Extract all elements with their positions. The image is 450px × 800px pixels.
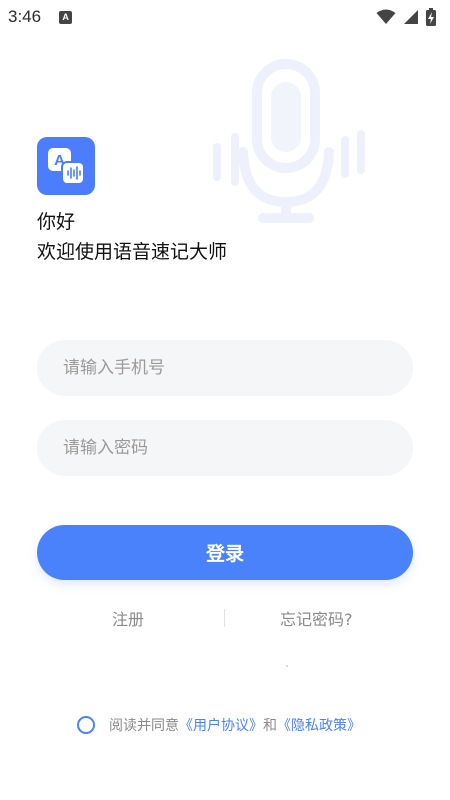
agreement-prefix: 阅读并同意 bbox=[109, 718, 179, 734]
register-link[interactable]: 注册 bbox=[112, 606, 144, 630]
battery-charging-icon bbox=[426, 8, 436, 26]
agreement-checkbox[interactable] bbox=[77, 716, 95, 734]
translate-voice-icon: A bbox=[48, 148, 85, 185]
decorative-dot bbox=[286, 665, 288, 667]
wifi-icon bbox=[376, 9, 396, 24]
microphone-illustration-icon bbox=[213, 59, 365, 223]
phone-input[interactable] bbox=[37, 340, 413, 396]
password-input[interactable] bbox=[37, 420, 413, 476]
login-button[interactable]: 登录 bbox=[37, 525, 413, 580]
link-divider bbox=[224, 609, 225, 627]
agreement-conjunction: 和 bbox=[263, 718, 277, 734]
privacy-policy-link[interactable]: 《隐私政策》 bbox=[277, 718, 361, 734]
user-agreement-link[interactable]: 《用户协议》 bbox=[179, 718, 263, 734]
forgot-password-link[interactable]: 忘记密码? bbox=[280, 606, 353, 630]
status-icons bbox=[376, 8, 436, 26]
signal-icon bbox=[404, 10, 418, 24]
login-screen: 3:46 A A 你好 欢迎使用语音速记大师 请输入手机号 登录 注册 忘记密码… bbox=[0, 0, 450, 800]
status-bar: 3:46 A bbox=[0, 0, 450, 34]
a-badge-icon: A bbox=[59, 10, 73, 24]
status-time: 3:46 bbox=[8, 7, 42, 26]
greeting-text: 你好 bbox=[37, 211, 76, 233]
welcome-text: 欢迎使用语音速记大师 bbox=[37, 241, 228, 263]
app-logo: A bbox=[37, 137, 95, 195]
agreement-text: 阅读并同意《用户协议》和《隐私政策》 bbox=[109, 715, 361, 735]
